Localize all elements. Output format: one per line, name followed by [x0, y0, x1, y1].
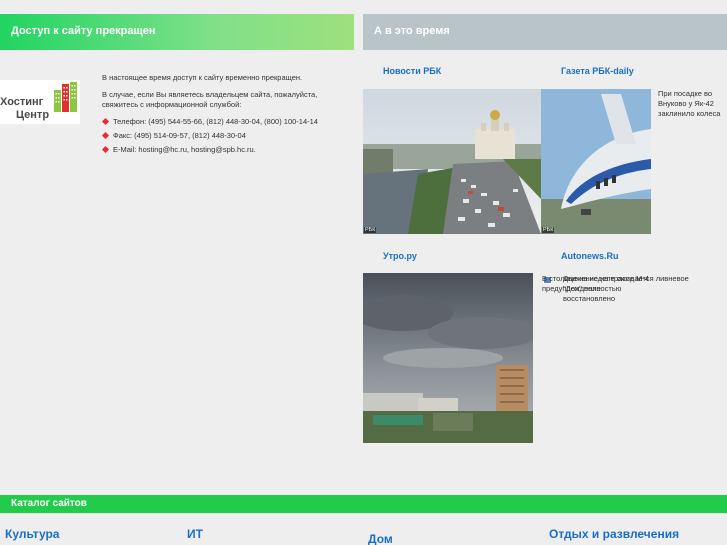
rbc-daily-tag: РБК — [542, 227, 555, 233]
cloudy-city-image — [363, 273, 533, 443]
autonews-link[interactable]: Autonews.Ru — [561, 251, 619, 261]
rbc-daily-headline[interactable]: При посадке во Внуково у Як-42 заклинило… — [658, 89, 724, 119]
meanwhile-title: А в это время — [374, 25, 450, 37]
utro-link[interactable]: Утро.ру — [383, 251, 417, 261]
rbc-news-link[interactable]: Новости РБК — [383, 66, 441, 76]
bullet-icon — [101, 131, 110, 140]
meanwhile-header: А в это время — [363, 14, 727, 50]
message-paragraph-2: В случае, если Вы являетесь владельцем с… — [102, 90, 318, 109]
bullet-icon — [101, 117, 110, 126]
contact-phone: Телефон: (495) 544-55-66, (812) 448-30-0… — [101, 117, 342, 127]
catalog-bar: Каталог сайтов — [0, 495, 727, 513]
contact-email[interactable]: E-Mail: hosting@hc.ru, hosting@spb.hc.ru… — [101, 145, 342, 155]
catalog-title: Каталог сайтов — [11, 498, 87, 509]
utro-photo[interactable] — [363, 273, 533, 443]
logo-line1: Хостинг — [0, 96, 44, 108]
category-leisure[interactable]: Отдых и развлечения — [549, 527, 679, 541]
rbc-tag: РБК — [364, 227, 377, 233]
rbc-daily-link[interactable]: Газета РБК-daily — [561, 66, 634, 76]
building-icon — [54, 82, 77, 112]
access-message: В настоящее время доступ к сайту временн… — [101, 73, 342, 159]
autonews-headline-b[interactable]: Движение на трассе M-4 "Дон" полностью в… — [563, 274, 663, 304]
contact-list: Телефон: (495) 544-55-66, (812) 448-30-0… — [101, 117, 342, 155]
logo-text: Хостинг Центр — [0, 96, 49, 122]
category-home[interactable]: Дом — [368, 532, 393, 545]
access-denied-title: Доступ к сайту прекращен — [11, 25, 156, 37]
access-denied-header: Доступ к сайту прекращен — [0, 14, 354, 50]
bullet-icon — [101, 145, 110, 154]
message-paragraph-1: В настоящее время доступ к сайту временн… — [102, 73, 303, 82]
hosting-center-logo[interactable]: Хостинг Центр — [0, 80, 80, 124]
contact-fax: Факс: (495) 514-09-57, (812) 448-30-04 — [101, 131, 342, 141]
moscow-traffic-image — [363, 89, 541, 234]
category-culture[interactable]: Культура — [5, 527, 59, 541]
rbc-news-photo[interactable]: РБК — [363, 89, 541, 234]
logo-line2: Центр — [16, 109, 50, 121]
rbc-daily-photo[interactable]: РБК — [541, 89, 651, 234]
airplane-image — [541, 89, 651, 234]
category-it[interactable]: ИТ — [187, 527, 203, 541]
